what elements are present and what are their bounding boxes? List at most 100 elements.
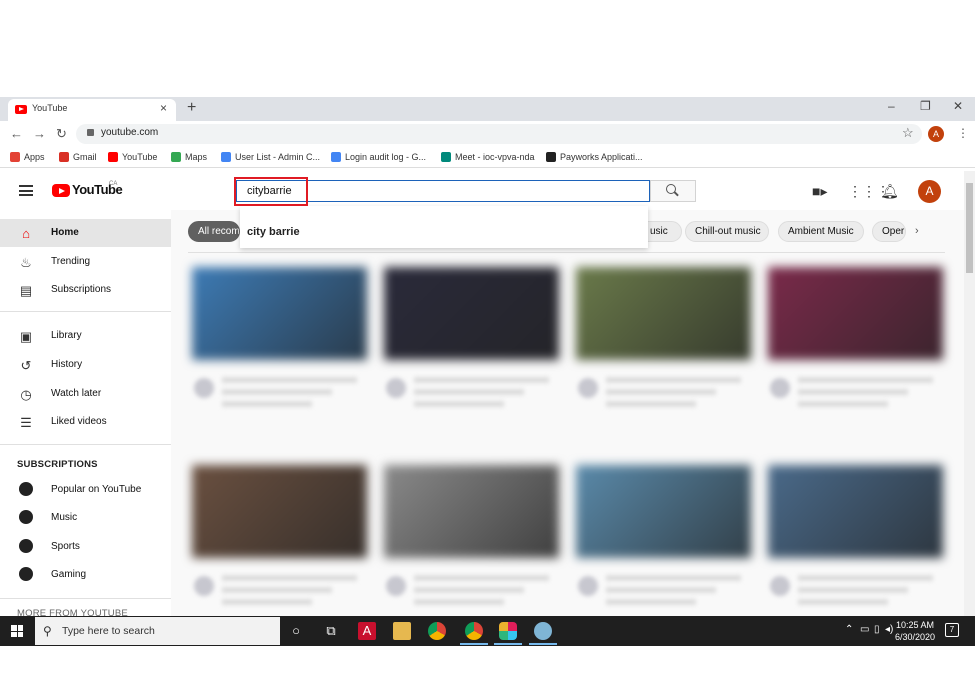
sidebar-item-watch-later[interactable]: ◷ Watch later (0, 380, 171, 408)
video-meta-line (414, 587, 524, 593)
taskbar-search-placeholder[interactable]: Type here to search (62, 625, 155, 637)
system-clock[interactable]: 10:25 AM 6/30/2020 (895, 619, 935, 643)
subscriptions-icon: ▤ (19, 283, 33, 298)
chrome-icon[interactable] (428, 622, 446, 640)
channel-avatar[interactable] (194, 576, 214, 596)
sidebar-item-history[interactable]: ↺ History (0, 351, 171, 379)
payworks-icon (546, 152, 556, 162)
bookmark-item[interactable]: Apps (10, 152, 45, 162)
video-meta-line (798, 575, 933, 581)
browser-menu-icon[interactable]: ⋮ (957, 126, 969, 140)
bookmark-label: Gmail (73, 152, 97, 162)
paint-icon[interactable] (534, 622, 552, 640)
bookmark-item[interactable]: YouTube (108, 152, 157, 162)
scrollbar-thumb[interactable] (966, 183, 973, 273)
search-suggestion-item[interactable]: city barrie (247, 226, 300, 238)
subscription-item[interactable]: Sports (0, 533, 171, 561)
channel-avatar[interactable] (770, 576, 790, 596)
bookmark-item[interactable]: Maps (171, 152, 207, 162)
sidebar-item-library[interactable]: ▣ Library (0, 322, 171, 350)
filter-chip[interactable]: Ambient Music (778, 221, 864, 242)
back-arrow-icon[interactable]: ← (10, 126, 23, 141)
bookmark-item[interactable]: Login audit log - G... (331, 152, 426, 162)
youtube-favicon-icon (15, 105, 27, 114)
hamburger-menu-icon[interactable] (19, 185, 33, 196)
subscription-item[interactable]: Gaming (0, 561, 171, 589)
video-thumbnail[interactable] (768, 267, 943, 360)
bookmark-star-icon[interactable]: ☆ (902, 125, 914, 141)
address-bar[interactable] (76, 124, 922, 144)
cortana-icon[interactable]: ○ (287, 622, 305, 640)
browser-profile-avatar[interactable]: A (928, 126, 944, 142)
tab-close-icon[interactable]: × (160, 101, 167, 115)
video-thumbnail[interactable] (576, 267, 751, 360)
channel-avatar[interactable] (578, 378, 598, 398)
file-explorer-icon[interactable] (393, 622, 411, 640)
admin-gear-icon (221, 152, 231, 162)
video-thumbnail[interactable] (384, 267, 559, 360)
bookmark-label: Meet - ioc-vpva-nda (455, 152, 535, 162)
active-app-indicator (529, 643, 557, 645)
video-meta-line (222, 587, 332, 593)
subscription-label: Popular on YouTube (51, 484, 142, 495)
windows-start-icon[interactable] (11, 625, 23, 637)
acrobat-icon[interactable]: A (358, 622, 376, 640)
tray-chevron-icon[interactable]: ⌃ (845, 624, 853, 635)
video-meta-line (414, 389, 524, 395)
channel-avatar[interactable] (770, 378, 790, 398)
clock-date: 6/30/2020 (895, 632, 936, 642)
subscription-label: Sports (51, 541, 80, 552)
bookmark-item[interactable]: Meet - ioc-vpva-nda (441, 152, 535, 162)
filter-chip[interactable]: Chill-out music (685, 221, 769, 242)
close-window-icon[interactable]: ✕ (953, 99, 963, 113)
restore-icon[interactable]: ❐ (920, 99, 931, 113)
reload-icon[interactable]: ↻ (56, 126, 67, 142)
channel-avatar[interactable] (386, 378, 406, 398)
volume-icon[interactable]: ◂) (885, 624, 893, 635)
bookmark-item[interactable]: Gmail (59, 152, 97, 162)
video-thumbnail[interactable] (768, 465, 943, 558)
chrome-profile-icon[interactable] (465, 622, 483, 640)
channel-avatar-icon (19, 539, 33, 553)
task-view-icon[interactable]: ⧉ (322, 622, 340, 640)
video-thumbnail[interactable] (192, 267, 367, 360)
sidebar-item-subscriptions[interactable]: ▤ Subscriptions (0, 276, 171, 304)
fire-icon: ♨ (20, 255, 32, 270)
sidebar-item-liked-videos[interactable]: ☰ Liked videos (0, 408, 171, 436)
battery-icon[interactable]: ▯ (874, 624, 880, 635)
network-icon[interactable]: ▭ (860, 624, 869, 635)
sidebar-item-label: Watch later (51, 388, 102, 399)
create-video-icon[interactable]: ■▸ (812, 183, 827, 200)
video-thumbnail[interactable] (576, 465, 751, 558)
search-icon[interactable] (666, 184, 676, 194)
bookmark-item[interactable]: Payworks Applicati... (546, 152, 643, 162)
channel-avatar[interactable] (578, 576, 598, 596)
filter-chip[interactable]: All recom (188, 221, 240, 242)
video-thumbnail[interactable] (384, 465, 559, 558)
video-thumbnail[interactable] (192, 465, 367, 558)
notification-center-icon[interactable]: 7 (945, 623, 959, 637)
sidebar-item-home[interactable]: ⌂ Home (0, 219, 171, 247)
channel-avatar[interactable] (386, 576, 406, 596)
subscription-item[interactable]: Popular on YouTube (0, 476, 171, 504)
notifications-bell-icon[interactable]: 🔔︎ (881, 183, 899, 200)
google-g-icon (331, 152, 341, 162)
youtube-icon (108, 152, 118, 162)
url-text[interactable]: youtube.com (101, 127, 158, 138)
chips-next-icon[interactable]: › (915, 225, 919, 237)
subscription-item[interactable]: Music (0, 504, 171, 532)
video-meta-line (606, 401, 696, 407)
minimize-icon[interactable]: – (888, 99, 895, 113)
video-meta-line (798, 389, 908, 395)
youtube-logo-icon[interactable] (52, 184, 70, 197)
forward-arrow-icon[interactable]: → (33, 126, 46, 141)
new-tab-button[interactable]: + (187, 99, 196, 117)
sidebar-item-trending[interactable]: ♨ Trending (0, 248, 171, 276)
bookmark-label: Maps (185, 152, 208, 162)
account-avatar[interactable]: A (918, 180, 941, 203)
channel-avatar[interactable] (194, 378, 214, 398)
bookmark-item[interactable]: User List - Admin C... (221, 152, 320, 162)
filter-chip[interactable]: Oper (872, 221, 906, 242)
region-code: CA (109, 181, 118, 187)
slack-icon[interactable] (499, 622, 517, 640)
